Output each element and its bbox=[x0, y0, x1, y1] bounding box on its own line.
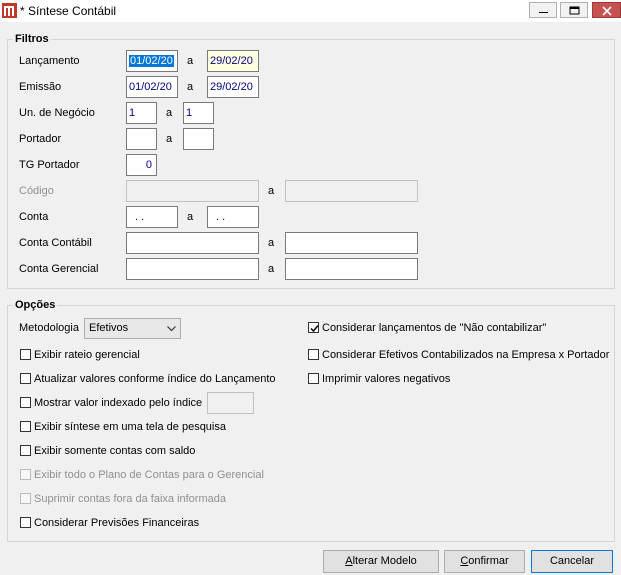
checkbox-label: Considerar lançamentos de "Não contabili… bbox=[322, 321, 547, 334]
checkbox-box bbox=[20, 493, 31, 504]
codigo-to-field bbox=[285, 180, 418, 202]
checkbox-label: Suprimir contas fora da faixa informada bbox=[34, 492, 226, 505]
lancamento-from-field[interactable]: 01/02/20 bbox=[126, 50, 178, 72]
portador-from-field[interactable] bbox=[126, 128, 157, 150]
checkbox-box bbox=[20, 421, 31, 432]
metodologia-select[interactable]: Efetivos bbox=[84, 318, 181, 339]
maximize-icon bbox=[569, 6, 580, 15]
close-icon bbox=[602, 6, 612, 16]
emissao-label: Emissão bbox=[19, 81, 62, 93]
checkbox-label: Exibir somente contas com saldo bbox=[34, 444, 196, 457]
app-icon bbox=[2, 3, 17, 18]
filtros-legend: Filtros bbox=[13, 33, 51, 45]
conta-gerencial-from-field[interactable] bbox=[126, 258, 259, 280]
codigo-separator: a bbox=[268, 185, 275, 197]
checkbox-label: Atualizar valores conforme índice do Lan… bbox=[34, 372, 276, 385]
considerar-nao-contabilizar-checkbox[interactable]: Considerar lançamentos de "Não contabili… bbox=[308, 320, 546, 335]
exibir-plano-contas-gerencial-checkbox: Exibir todo o Plano de Contas para o Ger… bbox=[20, 467, 264, 482]
checkbox-box bbox=[308, 349, 319, 360]
conta-contabil-separator: a bbox=[268, 237, 275, 249]
cancelar-button[interactable]: Cancelar bbox=[531, 550, 613, 573]
confirmar-label: onfirmar bbox=[468, 555, 509, 567]
exibir-sintese-pesquisa-checkbox[interactable]: Exibir síntese em uma tela de pesquisa bbox=[20, 419, 226, 434]
lancamento-from-value: 01/02/20 bbox=[129, 55, 174, 67]
lancamento-label: Lançamento bbox=[19, 55, 80, 67]
conta-gerencial-separator: a bbox=[268, 263, 275, 275]
checkbox-box bbox=[20, 517, 31, 528]
considerar-efetivos-contabilizados-checkbox[interactable]: Considerar Efetivos Contabilizados na Em… bbox=[308, 347, 609, 362]
window-title: * Síntese Contábil bbox=[20, 4, 117, 18]
checkbox-box bbox=[20, 445, 31, 456]
conta-from-field[interactable]: . . bbox=[126, 206, 178, 228]
un-negocio-separator: a bbox=[166, 107, 173, 119]
exibir-contas-com-saldo-checkbox[interactable]: Exibir somente contas com saldo bbox=[20, 443, 195, 458]
tg-portador-label: TG Portador bbox=[19, 159, 80, 171]
checkbox-label: Considerar Previsões Financeiras bbox=[34, 516, 200, 529]
confirmar-button[interactable]: Confirmar bbox=[444, 550, 525, 573]
minimize-icon bbox=[539, 12, 548, 13]
codigo-from-field bbox=[126, 180, 259, 202]
conta-contabil-label: Conta Contábil bbox=[19, 237, 92, 249]
conta-to-field[interactable]: . . bbox=[207, 206, 259, 228]
suprimir-contas-checkbox: Suprimir contas fora da faixa informada bbox=[20, 491, 226, 506]
conta-contabil-to-field[interactable] bbox=[285, 232, 418, 254]
title-bar: * Síntese Contábil bbox=[0, 0, 621, 22]
tg-portador-field[interactable]: 0 bbox=[126, 154, 157, 176]
checkbox-label: Exibir síntese em uma tela de pesquisa bbox=[34, 420, 226, 433]
portador-separator: a bbox=[166, 133, 173, 145]
checkbox-box bbox=[308, 373, 319, 384]
conta-label: Conta bbox=[19, 211, 49, 223]
conta-contabil-from-field[interactable] bbox=[126, 232, 259, 254]
checkbox-box bbox=[308, 322, 319, 333]
codigo-label: Código bbox=[19, 185, 54, 197]
un-negocio-to-field[interactable]: 1 bbox=[183, 102, 214, 124]
un-negocio-label: Un. de Negócio bbox=[19, 107, 95, 119]
checkbox-label: Considerar Efetivos Contabilizados na Em… bbox=[322, 348, 610, 361]
checkbox-box bbox=[20, 373, 31, 384]
checkbox-box bbox=[20, 349, 31, 360]
checkmark-icon bbox=[310, 325, 319, 333]
alterar-modelo-mnemonic: A bbox=[345, 555, 353, 567]
opcoes-legend: Opções bbox=[13, 299, 58, 311]
considerar-previsoes-checkbox[interactable]: Considerar Previsões Financeiras bbox=[20, 515, 199, 530]
checkbox-box bbox=[20, 397, 31, 408]
minimize-button[interactable] bbox=[529, 2, 557, 18]
conta-separator: a bbox=[187, 211, 194, 223]
portador-to-field[interactable] bbox=[183, 128, 214, 150]
lancamento-to-field[interactable]: 29/02/20 bbox=[207, 50, 259, 72]
metodologia-label: Metodologia bbox=[19, 322, 79, 334]
alterar-modelo-label: lterar Modelo bbox=[352, 555, 417, 567]
portador-label: Portador bbox=[19, 133, 62, 145]
exibir-rateio-gerencial-checkbox[interactable]: Exibir rateio gerencial bbox=[20, 347, 140, 362]
un-negocio-from-field[interactable]: 1 bbox=[126, 102, 157, 124]
emissao-to-field[interactable]: 29/02/20 bbox=[207, 76, 259, 98]
maximize-button[interactable] bbox=[560, 2, 588, 18]
emissao-separator: a bbox=[187, 81, 194, 93]
chevron-down-icon bbox=[167, 326, 176, 332]
checkbox-label: Imprimir valores negativos bbox=[322, 372, 451, 385]
conta-gerencial-label: Conta Gerencial bbox=[19, 263, 99, 275]
imprimir-valores-negativos-checkbox[interactable]: Imprimir valores negativos bbox=[308, 371, 450, 386]
checkbox-label: Mostrar valor indexado pelo índice bbox=[34, 396, 203, 409]
checkbox-label: Exibir rateio gerencial bbox=[34, 348, 140, 361]
emissao-from-field[interactable]: 01/02/20 bbox=[126, 76, 178, 98]
alterar-modelo-button[interactable]: Alterar Modelo bbox=[323, 550, 439, 573]
atualizar-valores-checkbox[interactable]: Atualizar valores conforme índice do Lan… bbox=[20, 371, 276, 386]
checkbox-label: Exibir todo o Plano de Contas para o Ger… bbox=[34, 468, 264, 481]
metodologia-selected-value: Efetivos bbox=[89, 322, 129, 334]
conta-gerencial-to-field[interactable] bbox=[285, 258, 418, 280]
lancamento-separator: a bbox=[187, 55, 194, 67]
mostrar-valor-indexado-checkbox[interactable]: Mostrar valor indexado pelo índice bbox=[20, 395, 202, 410]
close-button[interactable] bbox=[592, 2, 621, 18]
checkbox-box bbox=[20, 469, 31, 480]
cancelar-label: Cancelar bbox=[549, 555, 595, 567]
indice-field bbox=[207, 392, 254, 414]
